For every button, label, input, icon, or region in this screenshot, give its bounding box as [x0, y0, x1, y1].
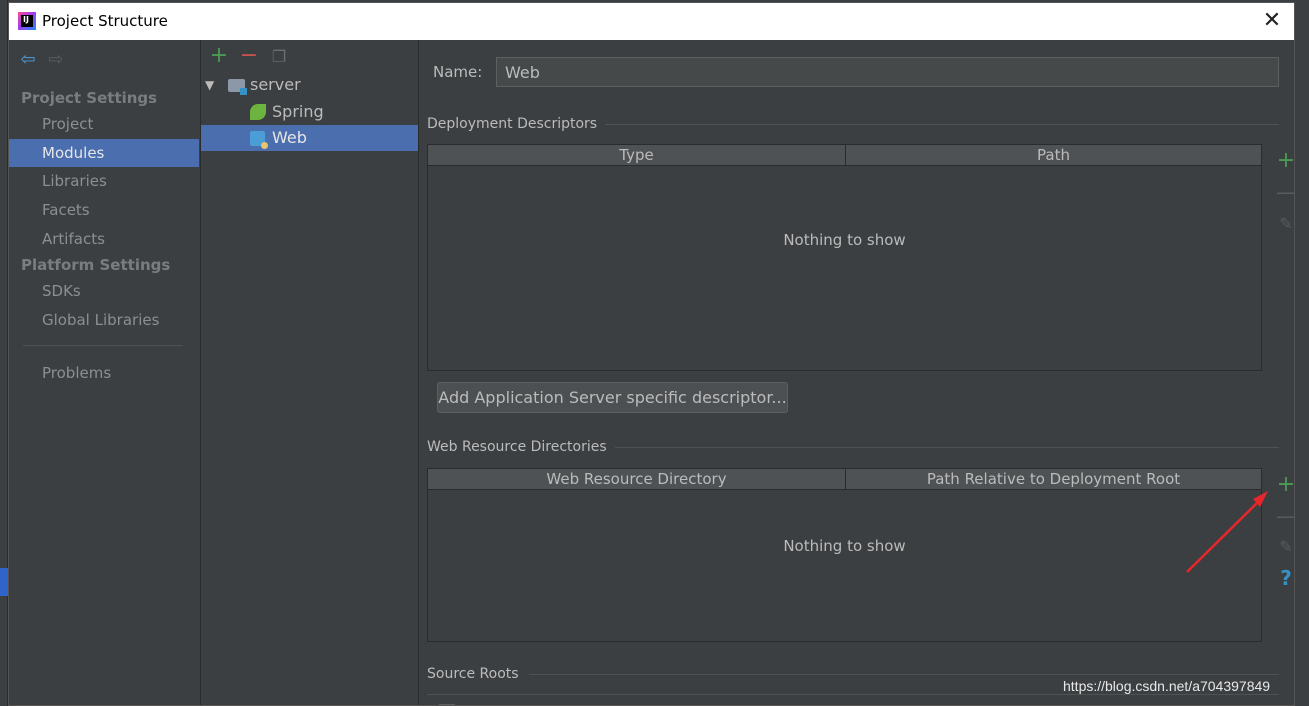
- module-folder-icon: [228, 79, 247, 95]
- web-resources-toolbar: + — ✎ ?: [1271, 468, 1294, 608]
- tree-node-server[interactable]: ▼ server: [201, 72, 418, 98]
- tree-node-spring[interactable]: Spring: [201, 99, 418, 125]
- section-project-settings: Project Settings: [21, 89, 158, 107]
- arrow-right-icon[interactable]: ⇨: [45, 50, 67, 70]
- column-header-path-relative[interactable]: Path Relative to Deployment Root: [846, 469, 1261, 490]
- group-separator: [615, 447, 1279, 448]
- screen: IJ Project Structure ✕ ⇦ ⇨ Project Settin…: [0, 0, 1309, 706]
- add-server-descriptor-button[interactable]: Add Application Server specific descript…: [437, 382, 788, 413]
- background-ide-selection: [0, 568, 8, 596]
- expand-triangle-icon[interactable]: ▼: [205, 72, 214, 98]
- group-separator: [529, 674, 1279, 675]
- section-platform-settings: Platform Settings: [21, 256, 171, 274]
- group-separator: [605, 124, 1279, 125]
- sidebar-item-facets[interactable]: Facets: [9, 196, 199, 224]
- tree-toolbar: + − ❐: [207, 44, 297, 68]
- settings-sidebar: ⇦ ⇨ Project Settings Project Modules Libr…: [9, 40, 201, 705]
- web-resource-directories-title: Web Resource Directories: [427, 439, 607, 455]
- copy-icon[interactable]: ❐: [267, 45, 291, 69]
- history-arrows: ⇦ ⇨: [17, 50, 67, 70]
- deployment-descriptors-title: Deployment Descriptors: [427, 116, 598, 132]
- web-facet-icon: [250, 131, 268, 149]
- pencil-icon[interactable]: ✎: [1271, 210, 1294, 238]
- source-roots-title: Source Roots: [427, 666, 519, 682]
- descriptors-toolbar: + — ✎: [1271, 144, 1294, 244]
- sidebar-item-modules[interactable]: Modules: [9, 139, 199, 167]
- background-ide-strip: [0, 0, 8, 706]
- remove-web-resource-button[interactable]: —: [1271, 502, 1294, 530]
- source-roots-table-edge: [427, 694, 1279, 695]
- spring-leaf-icon: [250, 104, 266, 120]
- empty-state-text: Nothing to show: [783, 537, 906, 555]
- arrow-left-icon[interactable]: ⇦: [17, 50, 39, 70]
- table-header: Type Path: [428, 145, 1261, 166]
- deployment-descriptors-table[interactable]: Type Path Nothing to show: [427, 144, 1262, 371]
- tree-node-label: Web: [272, 128, 307, 147]
- help-button[interactable]: ?: [1271, 564, 1294, 592]
- add-descriptor-button[interactable]: +: [1271, 147, 1294, 175]
- tree-node-label: Spring: [272, 102, 324, 121]
- sidebar-item-artifacts[interactable]: Artifacts: [9, 225, 199, 253]
- title-bar: IJ Project Structure ✕: [9, 3, 1294, 40]
- column-header-path[interactable]: Path: [846, 145, 1261, 166]
- module-tree-panel: + − ❐ ▼ server Spring Web: [201, 40, 419, 705]
- sidebar-item-global-libraries[interactable]: Global Libraries: [9, 306, 199, 334]
- sidebar-item-project[interactable]: Project: [9, 110, 199, 138]
- tree-node-label: server: [250, 75, 301, 94]
- facet-settings-panel: Name: Deployment Descriptors Type Path N…: [419, 40, 1294, 705]
- web-resource-directories-table[interactable]: Web Resource Directory Path Relative to …: [427, 468, 1262, 642]
- sidebar-divider: [23, 345, 183, 346]
- intellij-icon: IJ: [18, 12, 36, 30]
- watermark-text: https://blog.csdn.net/a704397849: [1063, 678, 1271, 694]
- name-input[interactable]: [496, 57, 1279, 87]
- project-structure-dialog: IJ Project Structure ✕ ⇦ ⇨ Project Settin…: [8, 2, 1295, 706]
- empty-state-text: Nothing to show: [783, 231, 906, 249]
- column-header-type[interactable]: Type: [428, 145, 845, 166]
- name-label: Name:: [433, 63, 483, 81]
- table-header: Web Resource Directory Path Relative to …: [428, 469, 1261, 490]
- add-module-button[interactable]: +: [207, 44, 231, 68]
- add-web-resource-button[interactable]: +: [1271, 471, 1294, 499]
- close-button[interactable]: ✕: [1260, 9, 1284, 33]
- sidebar-item-libraries[interactable]: Libraries: [9, 167, 199, 195]
- column-header-web-resource-directory[interactable]: Web Resource Directory: [428, 469, 845, 490]
- tree-node-web[interactable]: Web: [201, 125, 418, 151]
- pencil-icon[interactable]: ✎: [1271, 533, 1294, 561]
- window-title: Project Structure: [42, 12, 168, 30]
- close-icon: ✕: [1262, 8, 1282, 33]
- sidebar-item-sdks[interactable]: SDKs: [9, 277, 199, 305]
- remove-descriptor-button[interactable]: —: [1271, 178, 1294, 206]
- remove-module-button[interactable]: −: [237, 44, 261, 68]
- sidebar-item-problems[interactable]: Problems: [9, 359, 199, 387]
